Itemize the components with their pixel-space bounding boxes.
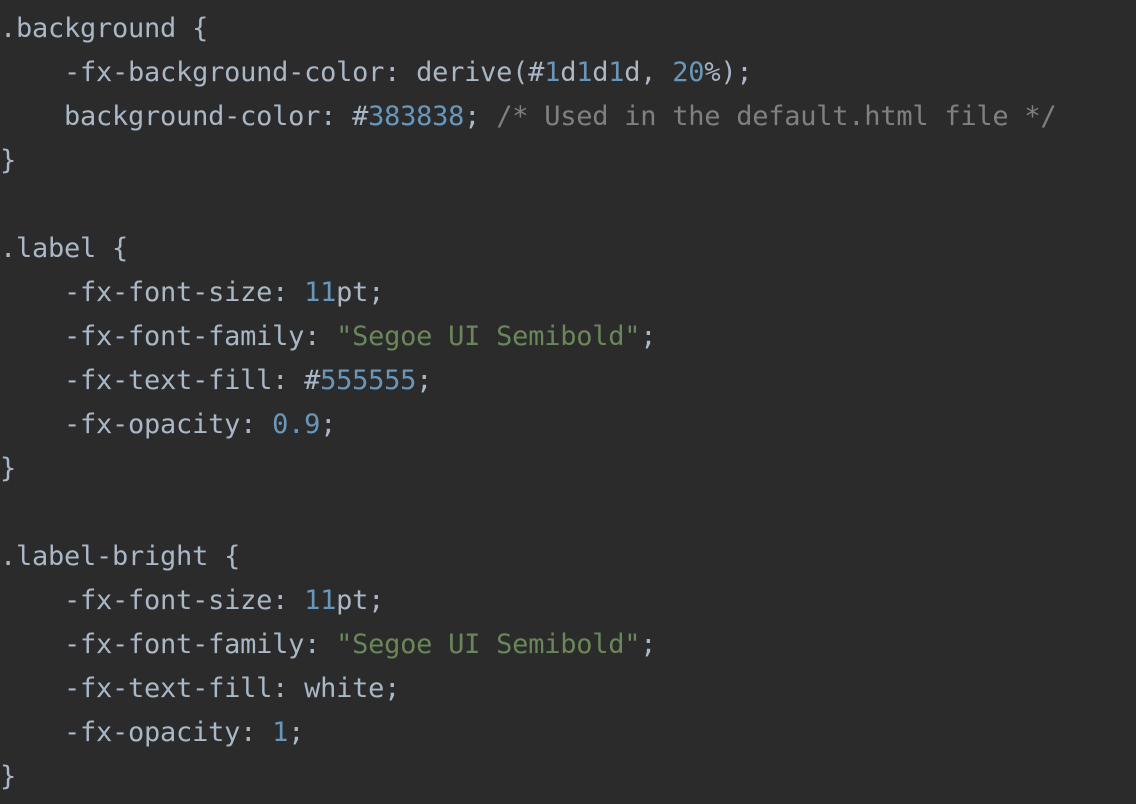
- code-token-plain: pt;: [336, 277, 385, 308]
- code-token-number: 11: [304, 277, 337, 308]
- code-token-plain: %);: [704, 57, 753, 88]
- code-token-string: "Segoe UI Semibold": [336, 321, 641, 352]
- code-editor-view[interactable]: .background { -fx-background-color: deri…: [0, 0, 1136, 804]
- code-token-plain: -fx-font-family:: [0, 321, 337, 352]
- code-line[interactable]: ​: [0, 491, 1136, 535]
- code-line[interactable]: -fx-background-color: derive(#1d1d1d, 20…: [0, 51, 1136, 95]
- code-token-plain: -fx-text-fill: white;: [0, 673, 401, 704]
- code-line[interactable]: .background {: [0, 7, 1136, 51]
- code-token-plain: -fx-font-size:: [0, 277, 305, 308]
- code-token-plain: pt;: [336, 585, 385, 616]
- code-line[interactable]: -fx-font-family: "Segoe UI Semibold";: [0, 623, 1136, 667]
- code-token-number: 555555: [320, 365, 417, 396]
- code-token-number: 1: [272, 717, 289, 748]
- code-token-string: "Segoe UI Semibold": [336, 629, 641, 660]
- code-token-plain: }: [0, 145, 17, 176]
- code-line[interactable]: -fx-font-size: 11pt;: [0, 579, 1136, 623]
- code-token-plain: -fx-font-family:: [0, 629, 337, 660]
- code-line[interactable]: -fx-text-fill: white;: [0, 667, 1136, 711]
- code-token-plain: -fx-text-fill: #: [0, 365, 321, 396]
- code-token-plain: background-color: #: [0, 101, 369, 132]
- code-line[interactable]: -fx-font-family: "Segoe UI Semibold";: [0, 315, 1136, 359]
- code-token-plain: ;: [640, 629, 657, 660]
- code-token-plain: .label-bright {: [0, 541, 241, 572]
- code-token-plain: .background {: [0, 13, 209, 44]
- code-token-plain: ;: [640, 321, 657, 352]
- code-line[interactable]: ​: [0, 183, 1136, 227]
- code-line[interactable]: }: [0, 139, 1136, 183]
- code-token-plain: d,: [624, 57, 673, 88]
- code-token-number: 1: [576, 57, 593, 88]
- code-line[interactable]: }: [0, 755, 1136, 799]
- code-token-number: 20: [672, 57, 705, 88]
- code-token-number: 1: [608, 57, 625, 88]
- code-line[interactable]: }: [0, 447, 1136, 491]
- code-token-number: 0.9: [272, 409, 321, 440]
- code-token-plain: ;: [320, 409, 337, 440]
- code-token-plain: -fx-opacity:: [0, 409, 273, 440]
- code-line[interactable]: .label-bright {: [0, 535, 1136, 579]
- code-line[interactable]: background-color: #383838; /* Used in th…: [0, 95, 1136, 139]
- code-token-plain: -fx-opacity:: [0, 717, 273, 748]
- code-token-plain: -fx-font-size:: [0, 585, 305, 616]
- code-token-number: 1: [544, 57, 561, 88]
- code-token-number: 383838: [368, 101, 465, 132]
- code-token-comment: /* Used in the default.html file */: [496, 101, 1057, 132]
- code-token-plain: d: [560, 57, 577, 88]
- code-line[interactable]: .label {: [0, 227, 1136, 271]
- code-token-plain: }: [0, 761, 17, 792]
- code-token-plain: ;: [464, 101, 497, 132]
- code-line[interactable]: -fx-opacity: 0.9;: [0, 403, 1136, 447]
- code-line[interactable]: -fx-text-fill: #555555;: [0, 359, 1136, 403]
- code-token-number: 11: [304, 585, 337, 616]
- code-token-plain: -fx-background-color: derive(#: [0, 57, 545, 88]
- code-token-plain: ;: [416, 365, 433, 396]
- code-line[interactable]: -fx-opacity: 1;: [0, 711, 1136, 755]
- code-token-plain: .label {: [0, 233, 129, 264]
- code-line[interactable]: -fx-font-size: 11pt;: [0, 271, 1136, 315]
- code-token-plain: d: [592, 57, 609, 88]
- code-token-plain: }: [0, 453, 17, 484]
- code-token-plain: ;: [288, 717, 305, 748]
